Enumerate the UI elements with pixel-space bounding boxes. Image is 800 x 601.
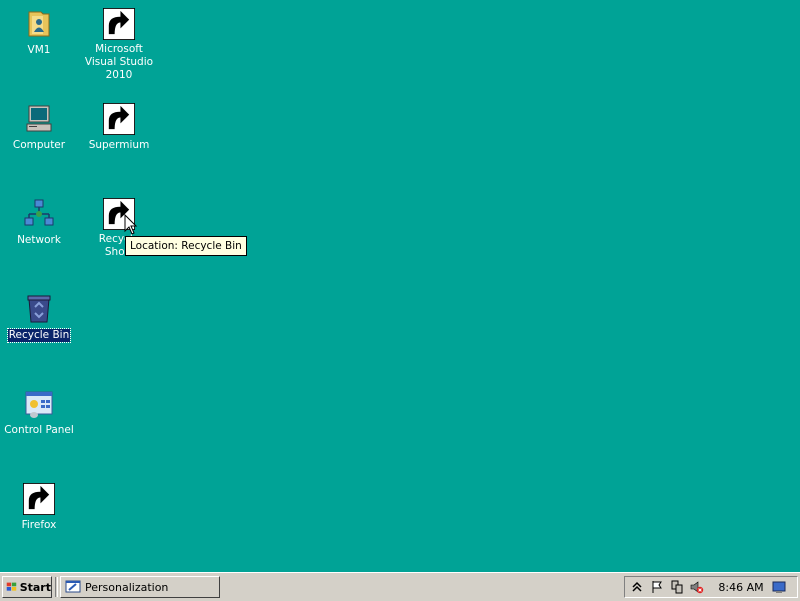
network-icon <box>23 198 55 230</box>
network-tray-icon[interactable] <box>669 579 685 595</box>
desktop-icon-firefox[interactable]: Firefox <box>1 483 77 532</box>
task-button-personalization[interactable]: Personalization <box>60 576 220 598</box>
personalization-icon <box>65 580 81 593</box>
computer-icon <box>23 103 55 135</box>
chevron-up-icon[interactable] <box>629 579 645 595</box>
shortcut-arrow-icon <box>23 483 55 515</box>
task-button-label: Personalization <box>85 580 169 594</box>
desktop-icon-recycle-bin[interactable]: Recycle Bin <box>1 293 77 343</box>
windows-logo-icon <box>6 582 17 591</box>
desktop-icon-label: Recycle Bin <box>6 328 72 343</box>
desktop-icon-label: Microsoft Visual Studio 2010 <box>84 43 154 81</box>
flag-icon[interactable] <box>649 579 665 595</box>
icon-tooltip: Location: Recycle Bin <box>125 236 247 256</box>
volume-muted-icon[interactable] <box>689 579 705 595</box>
start-button[interactable]: Start <box>2 576 52 598</box>
desktop-icon-supermium[interactable]: Supermium <box>81 103 157 152</box>
show-desktop-icon[interactable] <box>771 579 787 595</box>
start-label: Start <box>19 580 51 594</box>
desktop-icon-control-panel[interactable]: Control Panel <box>1 388 77 437</box>
desktop-icon-label: Supermium <box>88 139 150 151</box>
firefox-icon <box>23 483 55 515</box>
desktop-icon-network[interactable]: Network <box>1 198 77 247</box>
desktop[interactable]: VM1 Microsoft Visual Studio 2010 Compute… <box>0 0 800 572</box>
system-tray: 8:46 AM <box>624 576 798 598</box>
folder-user-icon <box>23 8 55 40</box>
desktop-icon-label: Network <box>17 234 61 246</box>
desktop-icon-label: VM1 <box>27 44 51 56</box>
recycle-bin-icon <box>23 293 55 325</box>
desktop-icon-label: Control Panel <box>4 424 74 436</box>
desktop-icon-visual-studio[interactable]: Microsoft Visual Studio 2010 <box>81 8 157 82</box>
taskbar-separator <box>55 577 58 597</box>
clock[interactable]: 8:46 AM <box>717 581 765 594</box>
control-panel-icon <box>23 388 55 420</box>
desktop-icon-vm1[interactable]: VM1 <box>1 8 77 57</box>
desktop-icon-label: Firefox <box>21 519 57 531</box>
taskbar: Start Personalization 8:46 AM <box>0 572 800 601</box>
desktop-icon-label: Computer <box>12 139 66 151</box>
mouse-cursor-icon <box>124 214 138 235</box>
shortcut-arrow-icon <box>103 8 135 40</box>
supermium-browser-icon <box>103 103 135 135</box>
shortcut-arrow-icon <box>103 103 135 135</box>
desktop-icon-computer[interactable]: Computer <box>1 103 77 152</box>
visual-studio-icon <box>103 8 135 40</box>
